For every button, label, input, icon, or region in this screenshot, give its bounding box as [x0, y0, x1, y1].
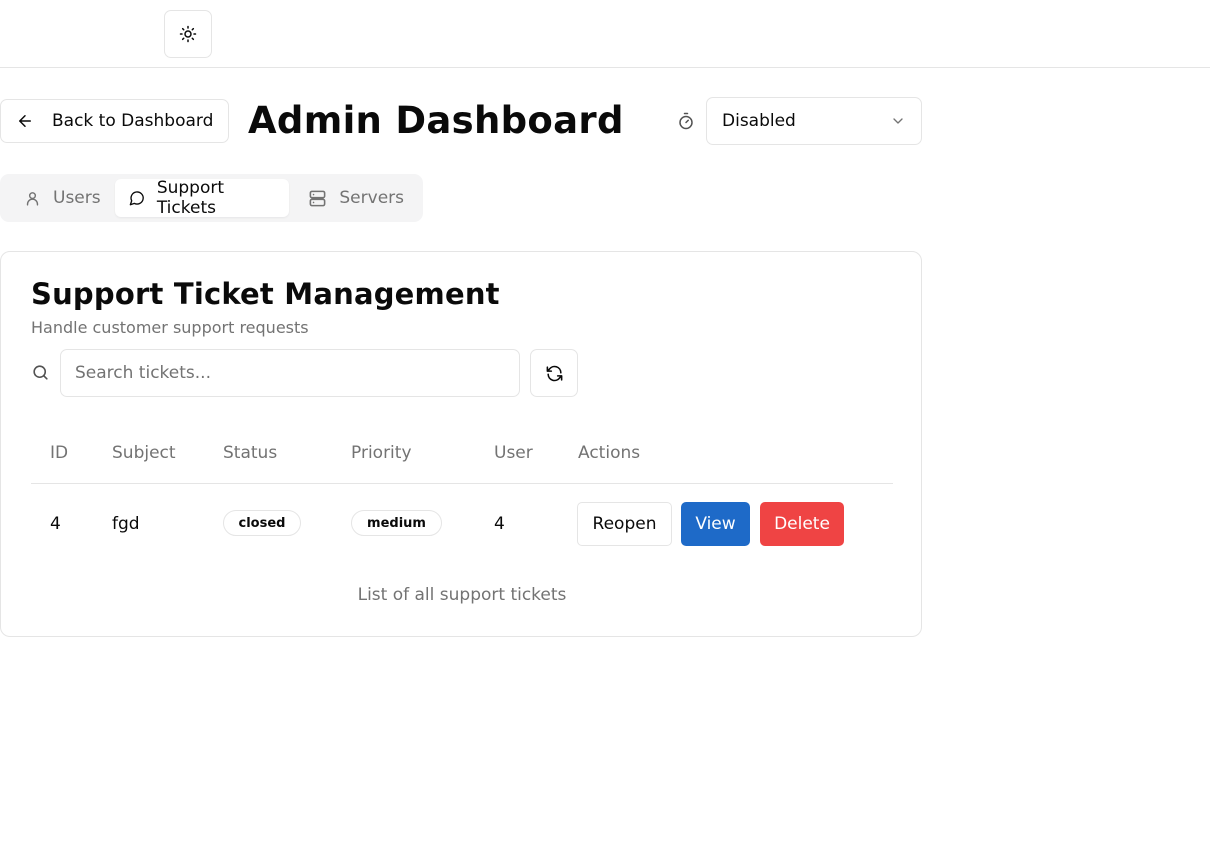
timer-icon: [679, 112, 693, 130]
theme-toggle-button[interactable]: [164, 10, 212, 58]
tab-users[interactable]: Users: [5, 179, 115, 217]
top-bar: [0, 0, 1210, 68]
chevron-down-icon: [893, 118, 903, 124]
search-tickets-input[interactable]: [60, 349, 520, 397]
column-header-user: User: [494, 443, 533, 463]
ticket-id: 4: [50, 514, 61, 534]
tab-label: Users: [53, 188, 101, 208]
arrow-left-icon: [19, 115, 31, 127]
tab-servers[interactable]: Servers: [289, 179, 418, 217]
tab-support-tickets[interactable]: Support Tickets: [114, 178, 290, 218]
column-header-status: Status: [223, 443, 278, 463]
sun-icon: [179, 25, 197, 43]
ticket-user: 4: [494, 514, 505, 534]
back-to-dashboard-button[interactable]: Back to Dashboard: [0, 99, 229, 143]
column-header-priority: Priority: [351, 443, 412, 463]
delete-button[interactable]: Delete: [760, 502, 844, 546]
select-value: Disabled: [722, 111, 796, 131]
search-icon: [33, 365, 48, 380]
column-header-subject: Subject: [112, 443, 176, 463]
column-header-id: ID: [50, 443, 69, 463]
priority-badge: medium: [351, 510, 442, 536]
table-header-divider: [31, 483, 893, 484]
admin-tabs: Users Support Tickets Servers: [0, 174, 423, 222]
ticket-subject: fgd: [112, 514, 140, 534]
card-subtitle: Handle customer support requests: [31, 318, 309, 337]
tab-label: Servers: [339, 188, 404, 208]
column-header-actions: Actions: [578, 443, 641, 463]
table-caption: List of all support tickets: [357, 585, 567, 605]
refresh-button[interactable]: [530, 349, 578, 397]
page-title: Admin Dashboard: [248, 99, 624, 142]
tab-label: Support Tickets: [156, 178, 225, 218]
status-badge: closed: [223, 510, 301, 536]
auto-refresh-select[interactable]: Disabled: [706, 97, 922, 145]
back-button-label: Back to Dashboard: [52, 111, 214, 131]
server-icon: [309, 190, 326, 206]
card-title: Support Ticket Management: [31, 277, 500, 311]
refresh-icon: [546, 365, 562, 381]
reopen-button[interactable]: Reopen: [577, 502, 672, 546]
user-icon: [26, 191, 39, 206]
message-circle-icon: [129, 191, 144, 206]
view-button[interactable]: View: [681, 502, 750, 546]
support-ticket-card: Support Ticket Management Handle custome…: [0, 251, 922, 637]
